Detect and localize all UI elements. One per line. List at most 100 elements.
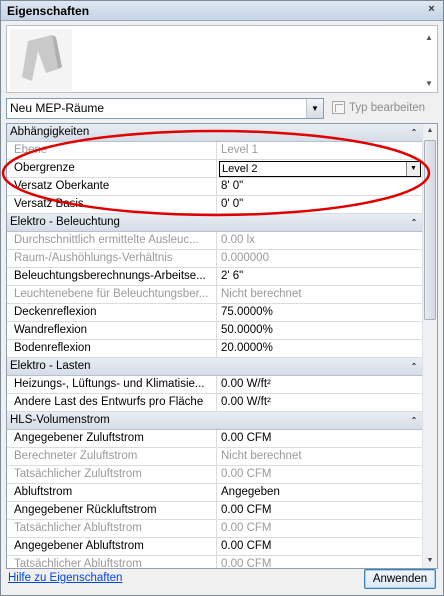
title-bar: Eigenschaften × (1, 1, 443, 21)
property-value[interactable]: 0' 0" (218, 196, 423, 213)
property-name: Tatsächlicher Zuluftstrom (7, 466, 217, 483)
property-value-dropdown[interactable]: Level 2 ▼ (219, 161, 421, 177)
property-value: 0.00 lx (221, 234, 255, 246)
property-name: Leuchtenebene für Beleuchtungsber... (7, 286, 217, 303)
group-header-label: Elektro - Lasten (10, 360, 91, 372)
property-row: Leuchtenebene für Beleuchtungsber... Nich… (7, 286, 423, 304)
property-name: Versatz Oberkante (7, 178, 217, 195)
property-row: Abluftstrom Angegeben (7, 484, 423, 502)
property-name: Heizungs-, Lüftungs- und Klimatisie... (7, 376, 217, 393)
property-name: Andere Last des Entwurfs pro Fläche (7, 394, 217, 411)
property-row: Versatz Oberkante 8' 0" (7, 178, 423, 196)
collapse-chevron-icon[interactable]: ⌃ (408, 412, 420, 429)
property-name: Ebene (7, 142, 217, 159)
property-row: Tatsächlicher Abluftstrom 0.00 CFM (7, 556, 423, 569)
property-name: Bodenreflexion (7, 340, 217, 357)
preview-scroll-down-icon[interactable]: ▼ (423, 78, 435, 90)
room-thumbnail-icon (10, 29, 72, 91)
property-row: Tatsächlicher Zuluftstrom 0.00 CFM (7, 466, 423, 484)
property-value: 0.00 CFM (221, 558, 272, 569)
property-row: Angegebener Rückluftstrom 0.00 CFM (7, 502, 423, 520)
property-value[interactable]: Angegeben (218, 484, 423, 501)
property-row: Obergrenze Level 2 ▼ (7, 160, 423, 178)
type-selector-value: Neu MEP-Räume (10, 101, 105, 115)
property-name: Angegebener Abluftstrom (7, 538, 217, 555)
property-name: Obergrenze (7, 160, 217, 177)
property-name: Tatsächlicher Abluftstrom (7, 520, 217, 537)
property-value[interactable]: 0.00 CFM (218, 430, 423, 447)
chevron-down-icon[interactable]: ▼ (306, 99, 323, 118)
property-row: Ebene Level 1 (7, 142, 423, 160)
property-row: Beleuchtungsberechnungs-Arbeitse... 2' 6" (7, 268, 423, 286)
apply-button[interactable]: Anwenden (364, 569, 436, 589)
property-name: Raum-/Aushöhlungs-Verhältnis (7, 250, 217, 267)
collapse-chevron-icon[interactable]: ⌃ (408, 214, 420, 231)
edit-type-label: Typ bearbeiten (349, 102, 426, 114)
help-link[interactable]: Hilfe zu Eigenschaften (8, 572, 122, 584)
property-value[interactable]: 0.00 CFM (218, 502, 423, 519)
property-value[interactable]: 75.0000% (218, 304, 423, 321)
chevron-down-icon[interactable]: ▼ (406, 162, 420, 176)
properties-grid: Abhängigkeiten ⌃ Ebene Level 1 Obergrenze Lev… (6, 123, 438, 569)
group-header[interactable]: Elektro - Beleuchtung ⌃ (7, 214, 423, 232)
type-preview: ▲ ▼ (6, 25, 438, 93)
property-name: Angegebener Rückluftstrom (7, 502, 217, 519)
group-header-label: HLS-Volumenstrom (10, 414, 110, 426)
property-row: Andere Last des Entwurfs pro Fläche 0.00 … (7, 394, 423, 412)
collapse-chevron-icon[interactable]: ⌃ (408, 124, 420, 141)
property-value[interactable]: 8' 0" (218, 178, 423, 195)
group-header-label: Abhängigkeiten (10, 126, 90, 138)
property-value: 0.00 CFM (221, 468, 272, 480)
property-row: Deckenreflexion 75.0000% (7, 304, 423, 322)
property-name: Tatsächlicher Abluftstrom (7, 556, 217, 568)
property-name: Versatz Basis (7, 196, 217, 213)
property-value[interactable]: 0.00 CFM (218, 538, 423, 555)
property-value: Nicht berechnet (221, 288, 302, 300)
property-row: Angegebener Zuluftstrom 0.00 CFM (7, 430, 423, 448)
property-value: Level 1 (221, 144, 259, 156)
property-value: 0.000000 (221, 252, 269, 264)
property-row: Durchschnittlich ermittelte Ausleuc... 0.… (7, 232, 423, 250)
scroll-up-icon[interactable]: ▲ (423, 124, 437, 138)
property-value[interactable]: 2' 6" (218, 268, 423, 285)
property-name: Angegebener Zuluftstrom (7, 430, 217, 447)
group-header[interactable]: Abhängigkeiten ⌃ (7, 124, 423, 142)
collapse-chevron-icon[interactable]: ⌃ (408, 358, 420, 375)
property-row: Angegebener Abluftstrom 0.00 CFM (7, 538, 423, 556)
property-value: Nicht berechnet (221, 450, 302, 462)
property-value: 0.00 CFM (221, 522, 272, 534)
property-name: Abluftstrom (7, 484, 217, 501)
property-row: Tatsächlicher Abluftstrom 0.00 CFM (7, 520, 423, 538)
group-header[interactable]: Elektro - Lasten ⌃ (7, 358, 423, 376)
group-header[interactable]: HLS-Volumenstrom ⌃ (7, 412, 423, 430)
vertical-scrollbar[interactable]: ▲ ▼ (422, 124, 437, 568)
property-name: Beleuchtungsberechnungs-Arbeitse... (7, 268, 217, 285)
scrollbar-thumb[interactable] (424, 140, 436, 320)
property-name: Berechneter Zuluftstrom (7, 448, 217, 465)
property-name: Durchschnittlich ermittelte Ausleuc... (7, 232, 217, 249)
property-row: Heizungs-, Lüftungs- und Klimatisie... 0.… (7, 376, 423, 394)
property-name: Wandreflexion (7, 322, 217, 339)
property-row: Berechneter Zuluftstrom Nicht berechnet (7, 448, 423, 466)
property-value[interactable]: 0.00 W/ft² (218, 376, 423, 393)
properties-window: Eigenschaften × ▲ ▼ Neu MEP-Räume ▼ Typ … (0, 0, 444, 596)
property-value[interactable]: 20.0000% (218, 340, 423, 357)
property-row: Versatz Basis 0' 0" (7, 196, 423, 214)
group-header-label: Elektro - Beleuchtung (10, 216, 120, 228)
preview-scroll-up-icon[interactable]: ▲ (423, 32, 435, 44)
window-title: Eigenschaften (7, 4, 90, 18)
property-row: Bodenreflexion 20.0000% (7, 340, 423, 358)
scroll-down-icon[interactable]: ▼ (423, 554, 437, 568)
type-selector-row: Neu MEP-Räume ▼ Typ bearbeiten (6, 98, 438, 119)
properties-rows: Abhängigkeiten ⌃ Ebene Level 1 Obergrenze Lev… (7, 124, 423, 569)
close-icon[interactable]: × (424, 3, 439, 18)
property-row: Raum-/Aushöhlungs-Verhältnis 0.000000 (7, 250, 423, 268)
type-selector-dropdown[interactable]: Neu MEP-Räume ▼ (6, 98, 324, 119)
edit-type-button[interactable]: Typ bearbeiten (332, 98, 425, 119)
property-name: Deckenreflexion (7, 304, 217, 321)
property-value: Level 2 (222, 163, 258, 175)
property-value[interactable]: 50.0000% (218, 322, 423, 339)
property-row: Wandreflexion 50.0000% (7, 322, 423, 340)
edit-type-icon (332, 101, 345, 115)
property-value[interactable]: 0.00 W/ft² (218, 394, 423, 411)
